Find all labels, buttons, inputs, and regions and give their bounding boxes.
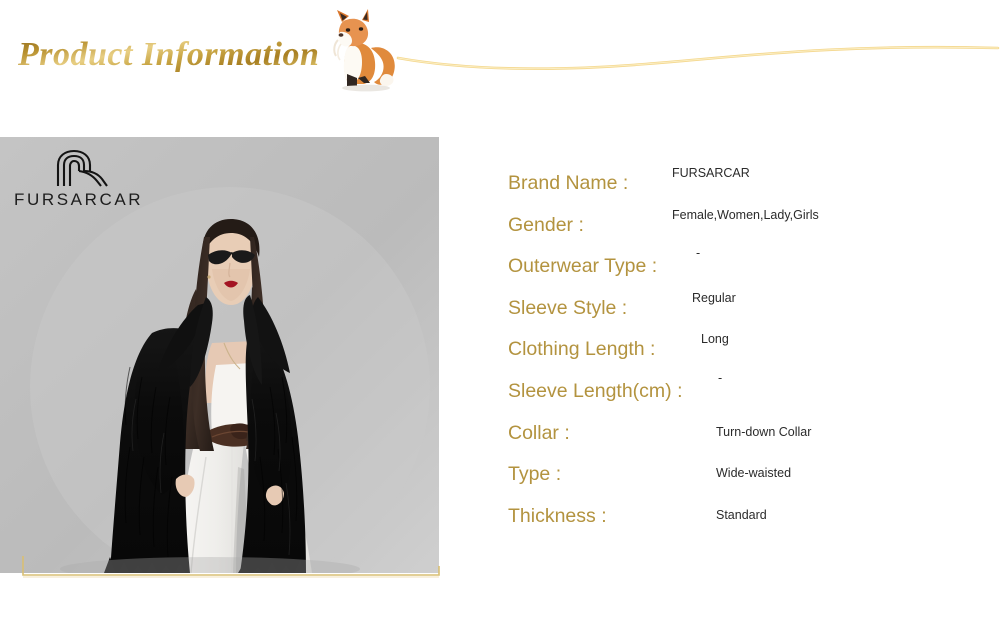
spec-value: Wide-waisted xyxy=(716,466,792,481)
product-spec-list: Brand Name : FURSARCAR Gender : Female,W… xyxy=(508,158,988,532)
spec-row-sleeve-length: Sleeve Length(cm) : - xyxy=(508,366,988,408)
fursarcar-monogram-icon xyxy=(56,149,108,187)
spec-row-collar: Collar : Turn-down Collar xyxy=(508,408,988,450)
brand-wordmark: FURSARCAR xyxy=(14,190,144,209)
spec-row-thickness: Thickness : Standard xyxy=(508,491,988,533)
spec-label: Thickness : xyxy=(508,504,607,527)
spec-value: - xyxy=(696,246,701,261)
spec-row-clothing-length: Clothing Length : Long xyxy=(508,324,988,366)
spec-value: Standard xyxy=(716,507,767,522)
page-title: Product Information xyxy=(18,36,320,73)
product-photo[interactable]: FURSARCAR xyxy=(0,137,439,573)
spec-value: FURSARCAR xyxy=(672,166,750,181)
spec-row-outerwear-type: Outerwear Type : - xyxy=(508,241,988,283)
spec-row-brand-name: Brand Name : FURSARCAR xyxy=(508,158,988,200)
spec-label: Sleeve Length(cm) : xyxy=(508,380,683,403)
spec-label: Outerwear Type : xyxy=(508,255,658,278)
spec-row-sleeve-style: Sleeve Style : Regular xyxy=(508,283,988,325)
spec-value: Female,Women,Lady,Girls xyxy=(672,207,819,222)
spec-value: Long xyxy=(701,332,729,347)
spec-label: Sleeve Style : xyxy=(508,296,628,319)
spec-label: Gender : xyxy=(508,213,584,236)
gold-wave-divider-icon xyxy=(396,28,1000,88)
spec-label: Clothing Length : xyxy=(508,338,656,361)
page-header: Product Information xyxy=(0,0,1000,118)
fox-illustration-icon xyxy=(324,4,402,98)
brand-logo: FURSARCAR xyxy=(14,149,164,211)
spec-value: Regular xyxy=(692,290,736,305)
spec-row-type: Type : Wide-waisted xyxy=(508,449,988,491)
spec-label: Brand Name : xyxy=(508,172,629,195)
gold-accent-frame xyxy=(22,556,440,578)
spec-label: Collar : xyxy=(508,421,570,444)
spec-value: Turn-down Collar xyxy=(716,424,812,439)
spec-label: Type : xyxy=(508,463,562,486)
spec-value: - xyxy=(718,371,723,386)
spec-row-gender: Gender : Female,Women,Lady,Girls xyxy=(508,200,988,242)
